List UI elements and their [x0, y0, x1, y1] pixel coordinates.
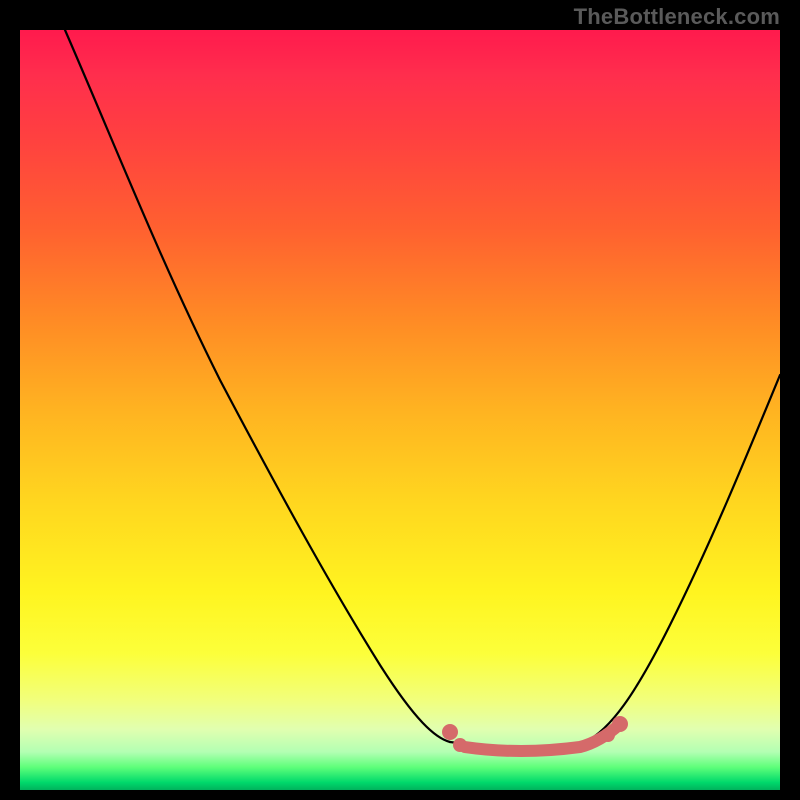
highlight-dot-left — [442, 724, 458, 740]
chart-svg — [20, 30, 780, 790]
curve-right — [585, 375, 780, 742]
watermark-text: TheBottleneck.com — [574, 4, 780, 30]
highlight-segment — [465, 724, 620, 751]
highlight-dot-right2 — [601, 728, 615, 742]
curve-left — [65, 30, 450, 742]
highlight-dot-left2 — [453, 738, 467, 752]
highlight-dot-right — [612, 716, 628, 732]
chart-area — [20, 30, 780, 790]
